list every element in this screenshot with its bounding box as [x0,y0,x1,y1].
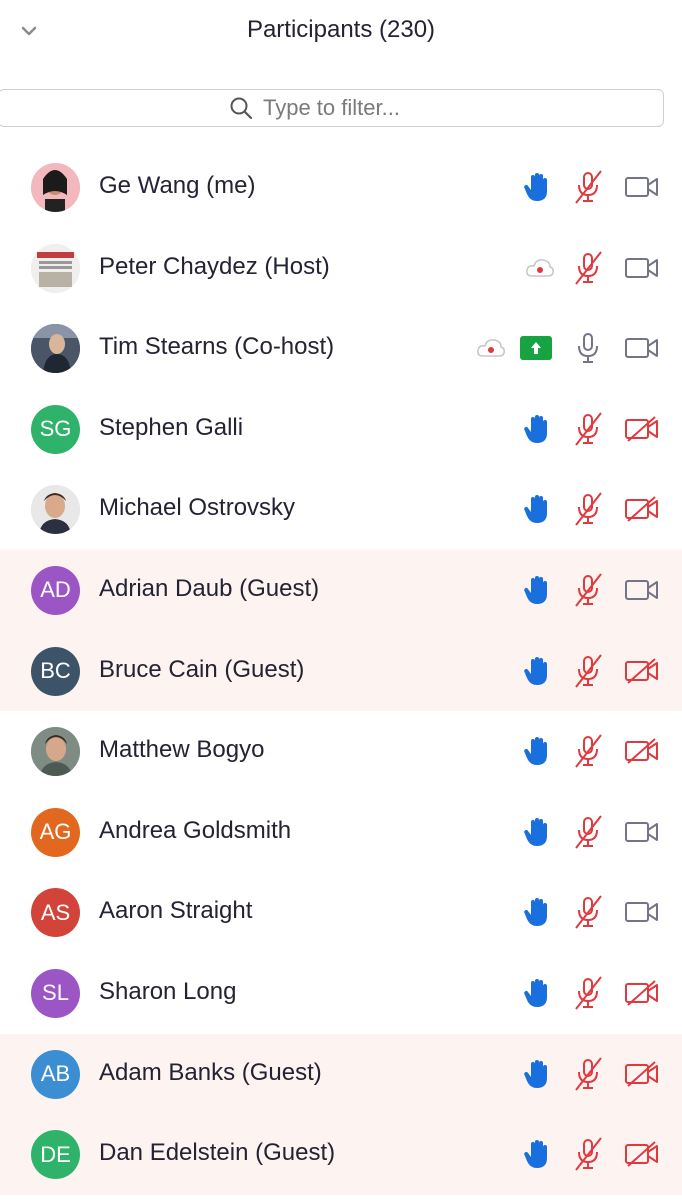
avatar-initials: SG [31,404,80,454]
participant-row-andrea-goldsmith[interactable]: AG Andrea Goldsmith [0,792,682,873]
filter-box[interactable] [0,89,664,127]
avatar-initials-text: SG [39,416,72,442]
participant-name: Dan Edelstein (Guest) [99,1139,336,1167]
panel-title: Participants (230) [246,16,436,43]
camera-on-icon[interactable] [624,253,660,283]
raise-hand-icon[interactable] [522,655,552,687]
participants-header: Participants (230) [0,0,682,62]
avatar-initials-text: AS [40,899,71,925]
raise-hand-icon[interactable] [522,816,552,848]
raise-hand-icon[interactable] [522,1138,552,1170]
participant-name: Ge Wang (me) [99,172,256,199]
mic-muted-icon[interactable] [571,653,605,689]
camera-on-icon[interactable] [624,575,660,605]
avatar-initials-text: AB [40,1061,71,1087]
search-icon [230,97,253,120]
camera-off-icon[interactable] [624,1139,660,1169]
avatar-photo [31,324,80,374]
cloud-recording-icon [474,335,508,361]
participant-row-michael-ostrovsky[interactable]: Michael Ostrovsky [0,469,682,550]
avatar-initials: AS [31,888,80,938]
mic-on-icon[interactable] [571,330,605,366]
mic-muted-icon[interactable] [571,1056,605,1092]
participant-row-stephen-galli[interactable]: SG Stephen Galli [0,389,682,470]
participant-row-tim-stearns[interactable]: Tim Stearns (Co-host) [0,308,682,389]
participant-name: Aaron Straight [99,897,253,925]
raise-hand-icon[interactable] [522,896,552,928]
avatar-initials: BC [31,646,80,696]
participant-name: Peter Chaydez (Host) [99,252,330,280]
camera-off-icon[interactable] [624,978,660,1008]
mic-muted-icon[interactable] [571,250,605,286]
participant-name: Adrian Daub (Guest) [99,574,320,602]
avatar-initials: AD [31,565,80,615]
mic-muted-icon[interactable] [571,411,605,447]
avatar-initials-text: AG [39,819,72,845]
avatar-initials-text: AD [40,577,71,603]
camera-on-icon[interactable] [624,172,660,202]
mic-muted-icon[interactable] [571,572,605,608]
participant-list: Ge Wang (me) Peter Chaydez (Host) Tim St… [0,147,682,1195]
raise-hand-icon[interactable] [522,493,552,525]
participant-row-sharon-long[interactable]: SL Sharon Long [0,953,682,1034]
avatar-photo [31,485,80,535]
camera-off-icon[interactable] [624,414,660,444]
participant-name: Sharon Long [99,977,237,1005]
participant-name: Tim Stearns (Co-host) [99,333,335,361]
camera-off-icon[interactable] [624,494,660,524]
participant-row-ge-wang[interactable]: Ge Wang (me) [0,147,682,228]
avatar-initials: AG [31,807,80,857]
avatar-initials-text: BC [40,658,71,684]
participant-name: Matthew Bogyo [99,736,265,764]
screen-share-icon[interactable] [520,336,552,361]
participant-name: Adam Banks (Guest) [99,1058,322,1086]
participant-row-adrian-daub[interactable]: AD Adrian Daub (Guest) [0,549,682,631]
camera-on-icon[interactable] [624,897,660,927]
avatar-photo [31,243,80,293]
participant-row-matthew-bogyo[interactable]: Matthew Bogyo [0,711,682,792]
avatar-initials-text: SL [42,980,69,1006]
participant-row-aaron-straight[interactable]: AS Aaron Straight [0,872,682,953]
cloud-recording-icon [523,255,557,281]
participant-name: Andrea Goldsmith [99,816,292,844]
participant-row-dan-edelstein[interactable]: DE Dan Edelstein (Guest) [0,1114,682,1195]
participant-row-peter-chaydez[interactable]: Peter Chaydez (Host) [0,228,682,309]
mic-muted-icon[interactable] [571,1136,605,1172]
raise-hand-icon[interactable] [522,1058,552,1090]
participant-row-bruce-cain[interactable]: BC Bruce Cain (Guest) [0,630,682,712]
camera-on-icon[interactable] [624,333,660,363]
raise-hand-icon[interactable] [522,977,552,1009]
avatar-initials: SL [31,968,80,1018]
avatar-initials-text: DE [40,1141,71,1167]
avatar-photo [31,727,80,777]
mic-muted-icon[interactable] [571,814,605,850]
participant-name: Bruce Cain (Guest) [99,655,305,683]
camera-off-icon[interactable] [624,1059,660,1089]
mic-muted-icon[interactable] [571,975,605,1011]
camera-off-icon[interactable] [624,656,660,686]
participant-name: Michael Ostrovsky [99,494,296,522]
avatar-initials: DE [31,1130,80,1180]
raise-hand-icon[interactable] [522,413,552,445]
camera-on-icon[interactable] [624,817,660,847]
avatar-photo [31,163,80,212]
mic-muted-icon[interactable] [571,491,605,527]
raise-hand-icon[interactable] [522,171,552,203]
mic-muted-icon[interactable] [571,169,605,205]
participant-row-adam-banks[interactable]: AB Adam Banks (Guest) [0,1033,682,1115]
mic-muted-icon[interactable] [571,733,605,769]
raise-hand-icon[interactable] [522,574,552,606]
avatar-initials: AB [31,1049,80,1099]
participant-name: Stephen Galli [99,413,244,441]
camera-off-icon[interactable] [624,736,660,766]
filter-input[interactable] [263,95,433,121]
raise-hand-icon[interactable] [522,735,552,767]
mic-muted-icon[interactable] [571,894,605,930]
